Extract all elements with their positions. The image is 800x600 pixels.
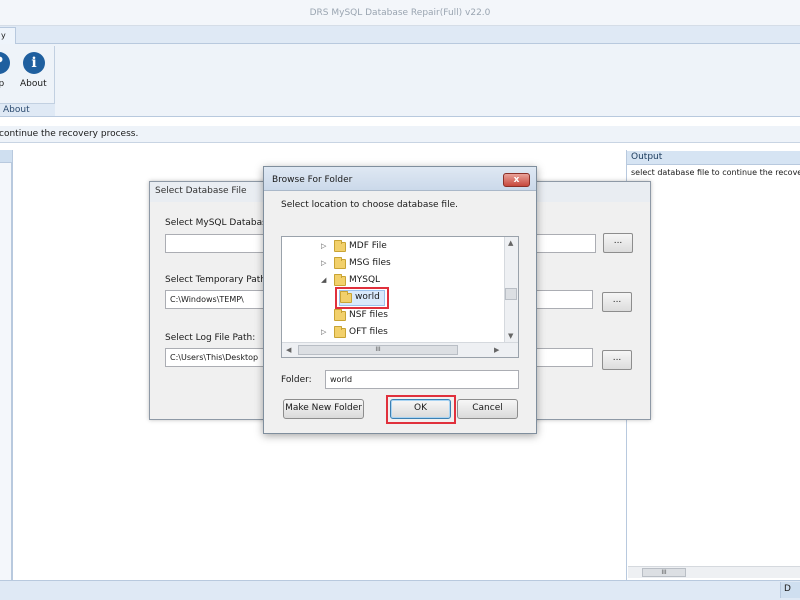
dialog-instructions: Select location to choose database file. bbox=[281, 200, 458, 210]
scroll-left-icon[interactable]: ◀ bbox=[286, 346, 291, 354]
browse-for-folder-title: Browse For Folder bbox=[272, 175, 353, 185]
tree-item-oft-files[interactable]: ▷ OFT files bbox=[321, 326, 501, 341]
browse-mysql-button[interactable]: ... bbox=[603, 233, 633, 253]
scroll-down-icon[interactable]: ▼ bbox=[508, 332, 513, 340]
expand-arrow-icon[interactable]: ▷ bbox=[321, 259, 326, 267]
output-header: Output bbox=[627, 151, 800, 165]
app-title: DRS MySQL Database Repair(Full) v22.0 bbox=[309, 8, 491, 18]
tree-horizontal-scroll-thumb[interactable]: III bbox=[298, 345, 458, 355]
make-new-folder-button[interactable]: Make New Folder bbox=[283, 399, 364, 419]
info-icon[interactable]: i bbox=[23, 52, 45, 74]
output-log-text: select database file to continue the rec… bbox=[631, 168, 800, 177]
folder-icon bbox=[340, 291, 352, 303]
tree-item-label: world bbox=[355, 292, 380, 302]
tree-item-label: MSG files bbox=[349, 258, 391, 268]
folder-icon bbox=[334, 257, 346, 269]
expand-arrow-icon[interactable]: ▷ bbox=[321, 242, 326, 250]
expand-arrow-icon[interactable]: ▷ bbox=[321, 328, 326, 336]
left-panel bbox=[0, 150, 12, 580]
temporary-path-label: Select Temporary Path: bbox=[165, 275, 270, 285]
tree-item-world[interactable]: world bbox=[340, 291, 385, 306]
bottom-right-tab[interactable]: D bbox=[780, 582, 800, 598]
tree-item-label: MYSQL bbox=[349, 275, 381, 285]
cancel-button[interactable]: Cancel bbox=[457, 399, 518, 419]
folder-icon bbox=[334, 326, 346, 338]
scroll-up-icon[interactable]: ▲ bbox=[508, 239, 513, 247]
scroll-right-icon[interactable]: ▶ bbox=[494, 346, 499, 354]
select-database-title: Select Database File bbox=[155, 186, 247, 196]
output-scroll-thumb[interactable]: III bbox=[642, 568, 686, 577]
ribbon bbox=[0, 44, 800, 117]
close-icon[interactable]: x bbox=[503, 173, 530, 187]
ribbon-tab-active[interactable]: y bbox=[0, 27, 16, 45]
tree-item-label: MDF File bbox=[349, 241, 387, 251]
browse-log-button[interactable]: ... bbox=[602, 350, 632, 370]
ribbon-tab-strip bbox=[0, 26, 800, 44]
tree-item-nsf-files[interactable]: NSF files bbox=[321, 309, 501, 324]
log-file-path-label: Select Log File Path: bbox=[165, 333, 256, 343]
folder-icon bbox=[334, 240, 346, 252]
collapse-arrow-icon[interactable]: ◢ bbox=[321, 276, 326, 284]
tree-vertical-scroll-thumb[interactable] bbox=[505, 288, 517, 300]
output-panel bbox=[626, 150, 800, 580]
folder-label: Folder: bbox=[281, 375, 312, 385]
folder-open-icon bbox=[334, 274, 346, 286]
tree-item-label: OFT files bbox=[349, 327, 388, 337]
bottom-bar bbox=[0, 580, 800, 600]
tree-item-msg-files[interactable]: ▷ MSG files bbox=[321, 257, 501, 272]
ribbon-group-label: About bbox=[0, 103, 55, 116]
tree-item-mysql[interactable]: ◢ MYSQL bbox=[321, 274, 501, 289]
status-message: continue the recovery process. bbox=[0, 129, 139, 139]
tree-item-label: NSF files bbox=[349, 310, 388, 320]
left-panel-header bbox=[0, 150, 12, 163]
help-button-label[interactable]: lp bbox=[0, 79, 4, 89]
about-button-label[interactable]: About bbox=[20, 79, 47, 89]
browse-temp-button[interactable]: ... bbox=[602, 292, 632, 312]
red-highlight-box bbox=[386, 395, 456, 424]
folder-icon bbox=[334, 309, 346, 321]
tree-item-mdf-file[interactable]: ▷ MDF File bbox=[321, 240, 501, 255]
mysql-database-label: Select MySQL Database f bbox=[165, 218, 279, 228]
folder-name-input[interactable]: world bbox=[325, 370, 519, 389]
